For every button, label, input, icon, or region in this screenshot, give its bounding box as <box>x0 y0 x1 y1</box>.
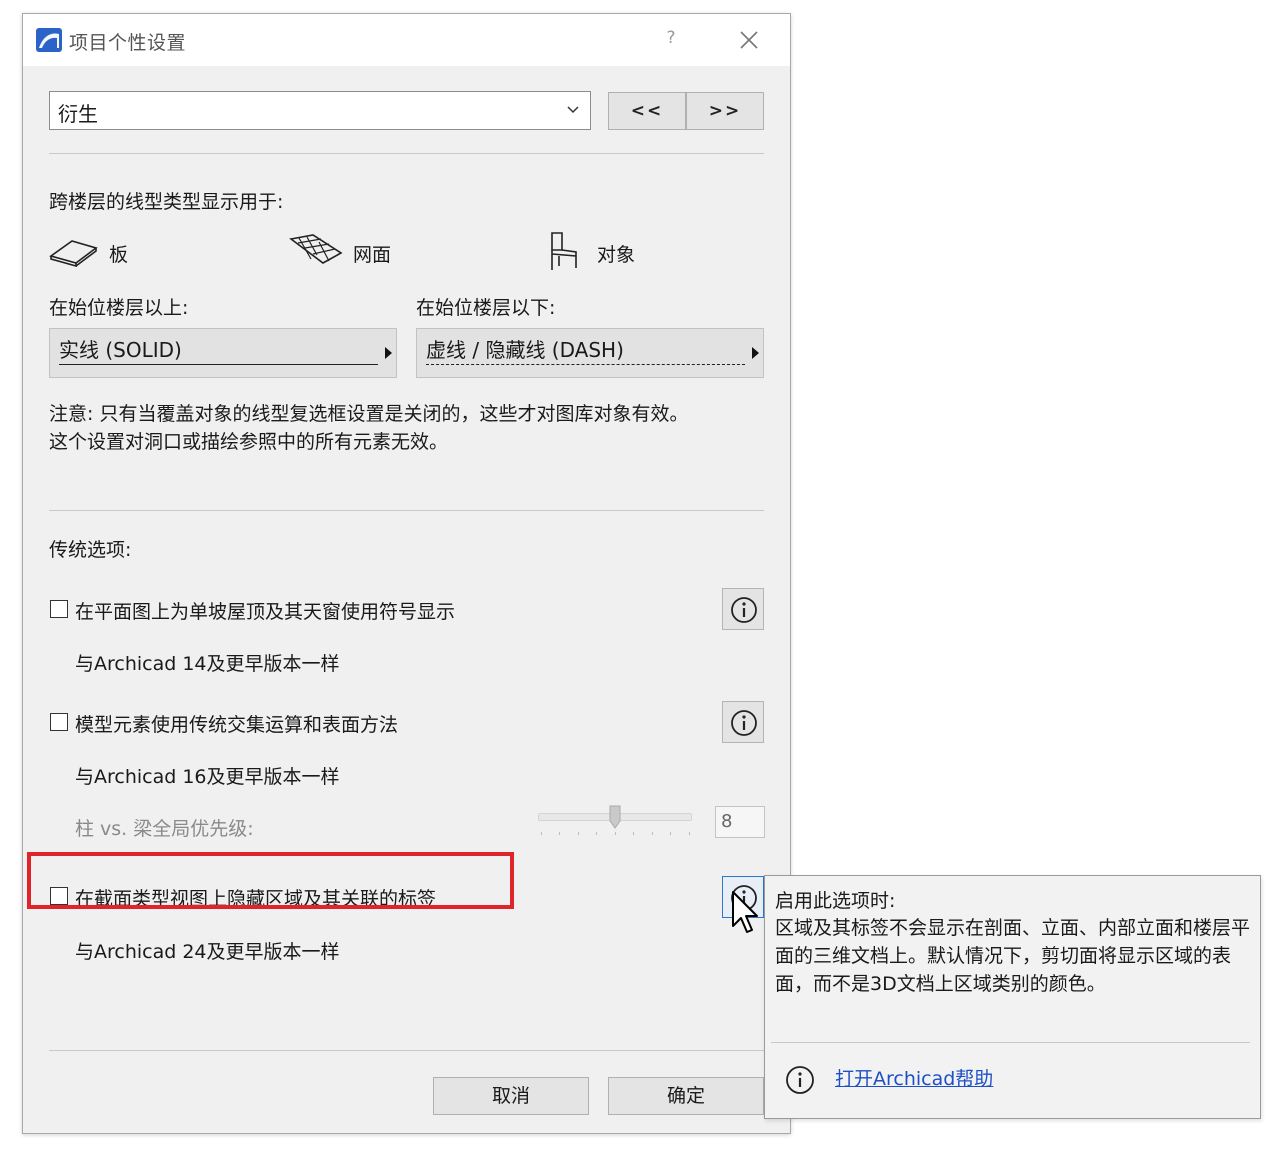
linetype-section-heading: 跨楼层的线型类型显示用于: <box>49 191 284 213</box>
legacy-option-2-checkbox[interactable] <box>50 713 68 731</box>
tooltip-title: 启用此选项时: <box>775 890 896 912</box>
project-preferences-dialog: 项目个性设置 ? 衍生 << >> 跨楼层的线型类型显示用于: 板 网面 对象 … <box>22 13 791 1134</box>
title-bar: 项目个性设置 ? <box>23 14 790 66</box>
type-label-mesh: 网面 <box>353 244 392 266</box>
picker-arrow-icon <box>385 347 392 359</box>
mesh-icon <box>289 234 343 264</box>
next-preset-button[interactable]: >> <box>686 92 764 130</box>
priority-slider-ticks <box>541 832 690 835</box>
legacy-option-1-label[interactable]: 在平面图上为单坡屋顶及其天窗使用符号显示 <box>75 597 455 624</box>
chair-object-icon <box>551 232 577 270</box>
above-linetype-value: 实线 (SOLID) <box>59 338 182 362</box>
preset-dropdown[interactable]: 衍生 <box>49 91 591 130</box>
type-label-slab: 板 <box>109 244 129 266</box>
divider <box>49 510 764 511</box>
mouse-cursor-icon <box>732 891 758 933</box>
info-icon <box>786 1066 814 1094</box>
tooltip-divider <box>771 1042 1250 1043</box>
info-tooltip: 启用此选项时: 区域及其标签不会显示在剖面、立面、内部立面和楼层平面的三维文档上… <box>764 875 1261 1119</box>
previous-preset-button[interactable]: << <box>608 92 686 130</box>
below-story-label: 在始位楼层以下: <box>416 297 556 319</box>
ok-button[interactable]: 确定 <box>608 1077 764 1115</box>
legacy-option-1-info-button[interactable] <box>722 588 764 630</box>
window-title: 项目个性设置 <box>69 32 187 54</box>
type-label-object: 对象 <box>597 244 636 266</box>
priority-value-field: 8 <box>715 806 765 838</box>
above-story-label: 在始位楼层以上: <box>49 297 189 319</box>
divider <box>49 153 764 154</box>
tooltip-body: 区域及其标签不会显示在剖面、立面、内部立面和楼层平面的三维文档上。默认情况下，剪… <box>775 917 1251 995</box>
priority-slider-thumb <box>609 805 621 829</box>
cancel-button[interactable]: 取消 <box>433 1077 589 1115</box>
above-linetype-picker[interactable]: 实线 (SOLID) <box>49 328 397 378</box>
legacy-option-1-checkbox[interactable] <box>50 600 68 618</box>
divider <box>49 1050 764 1051</box>
legacy-heading: 传统选项: <box>49 539 132 561</box>
legacy-option-2-note: 与Archicad 16及更早版本一样 <box>75 766 340 788</box>
picker-arrow-icon <box>752 347 759 359</box>
note-line-1: 注意: 只有当覆盖对象的线型复选框设置是关闭的，这些才对图库对象有效。 <box>49 403 689 425</box>
highlight-annotation <box>27 852 514 909</box>
solid-line-preview <box>59 364 378 365</box>
slab-icon <box>49 240 98 267</box>
dash-line-preview <box>426 364 745 365</box>
legacy-option-3-note: 与Archicad 24及更早版本一样 <box>75 941 340 963</box>
info-icon <box>731 597 757 623</box>
open-help-link[interactable]: 打开Archicad帮助 <box>835 1064 993 1091</box>
help-button[interactable]: ? <box>660 28 682 52</box>
info-icon <box>731 710 757 736</box>
legacy-option-2-info-button[interactable] <box>722 701 764 743</box>
archicad-logo-icon <box>36 28 62 52</box>
chevron-down-icon <box>567 106 579 114</box>
below-linetype-value: 虚线 / 隐藏线 (DASH) <box>426 338 624 362</box>
note-line-2: 这个设置对洞口或描绘参照中的所有元素无效。 <box>49 431 449 453</box>
close-icon[interactable] <box>735 26 763 54</box>
legacy-option-2-label[interactable]: 模型元素使用传统交集运算和表面方法 <box>75 710 398 737</box>
legacy-option-1-note: 与Archicad 14及更早版本一样 <box>75 653 340 675</box>
priority-label: 柱 vs. 梁全局优先级: <box>75 818 254 840</box>
preset-selected-value: 衍生 <box>58 102 98 126</box>
below-linetype-picker[interactable]: 虚线 / 隐藏线 (DASH) <box>416 328 764 378</box>
